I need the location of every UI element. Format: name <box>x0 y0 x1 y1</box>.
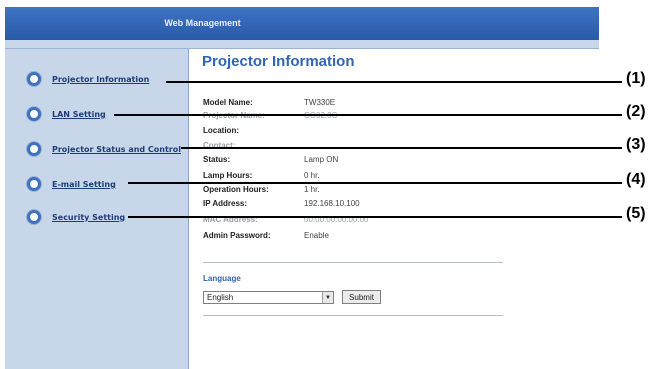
radio-bullet-icon <box>27 107 41 121</box>
sidebar-item-email-setting[interactable]: E-mail Setting <box>27 176 116 192</box>
radio-bullet-icon <box>27 142 41 156</box>
callout-number: (1) <box>626 70 646 87</box>
callout-number: (4) <box>626 171 646 188</box>
sidebar-item-projector-information[interactable]: Projector Information <box>27 71 149 87</box>
callout-number: (2) <box>626 103 646 120</box>
page-title: Projector Information <box>202 53 355 70</box>
sidebar-item-projector-status-and-control[interactable]: Projector Status and Control <box>27 141 181 157</box>
admin-password-value: Enable <box>304 231 329 240</box>
callout-leader-line <box>128 216 622 218</box>
model-name-value: TW330E <box>304 98 336 107</box>
callout-leader-line <box>181 147 622 149</box>
language-label: Language <box>203 274 241 283</box>
sidebar-item-label[interactable]: Security Setting <box>52 213 125 222</box>
language-select-value: English <box>207 293 234 302</box>
lamp-hours-value: 0 hr. <box>304 171 320 180</box>
submit-button[interactable]: Submit <box>342 290 381 304</box>
ip-address-label: IP Address: <box>203 199 248 208</box>
header-bar: Web Management <box>5 7 599 40</box>
admin-password-label: Admin Password: <box>203 231 271 240</box>
sidebar-item-security-setting[interactable]: Security Setting <box>27 209 125 225</box>
chevron-down-icon[interactable]: ▼ <box>322 292 333 303</box>
callout-leader-line <box>166 81 622 83</box>
radio-bullet-icon <box>27 72 41 86</box>
ip-address-value: 192.168.10.100 <box>304 199 360 208</box>
status-value: Lamp ON <box>304 155 339 164</box>
sidebar-item-lan-setting[interactable]: LAN Setting <box>27 106 106 122</box>
sidebar-item-label[interactable]: E-mail Setting <box>52 180 116 189</box>
callout-number: (5) <box>626 205 646 222</box>
radio-bullet-icon <box>27 210 41 224</box>
operation-hours-value: 1 hr. <box>304 185 320 194</box>
model-name-label: Model Name: <box>203 98 253 107</box>
sidebar-item-label[interactable]: LAN Setting <box>52 110 106 119</box>
status-label: Status: <box>203 155 231 164</box>
callout-leader-line <box>128 182 622 184</box>
app-title: Web Management <box>164 18 241 28</box>
divider <box>203 315 503 316</box>
callout-number: (3) <box>626 136 646 153</box>
callout-leader-line <box>114 114 622 116</box>
sidebar-item-label[interactable]: Projector Status and Control <box>52 145 181 154</box>
operation-hours-label: Operation Hours: <box>203 185 269 194</box>
radio-bullet-icon <box>27 177 41 191</box>
location-label: Location: <box>203 126 239 135</box>
sidebar: Projector Information LAN Setting Projec… <box>5 49 189 369</box>
divider <box>203 262 503 263</box>
lamp-hours-label: Lamp Hours: <box>203 171 253 180</box>
sidebar-item-label[interactable]: Projector Information <box>52 75 149 84</box>
language-select[interactable]: English ▼ <box>203 291 334 304</box>
header-subbar <box>5 40 599 49</box>
